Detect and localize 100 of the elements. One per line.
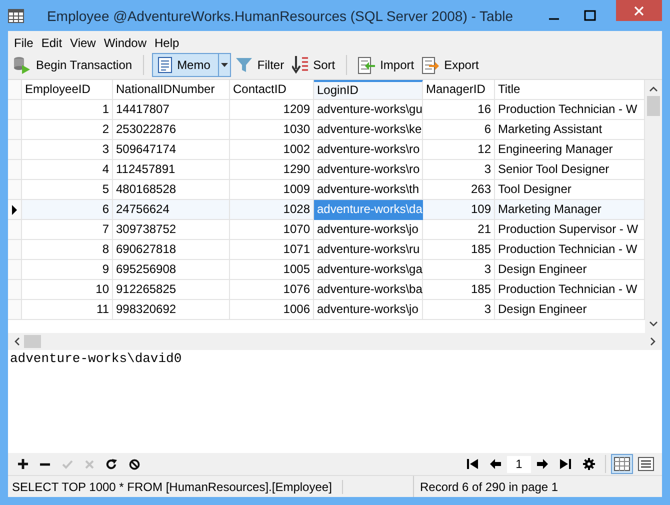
table-cell: 7 bbox=[22, 220, 113, 240]
close-button[interactable] bbox=[616, 0, 662, 21]
table-cell: 24756624 bbox=[113, 200, 230, 220]
table-cell: 109 bbox=[423, 200, 495, 220]
grid-view-button[interactable] bbox=[611, 454, 633, 474]
table-cell: adventure-works\da bbox=[314, 200, 423, 220]
export-button[interactable]: Export bbox=[419, 54, 482, 76]
memo-field[interactable]: adventure-works\david0 bbox=[8, 350, 662, 453]
table-cell: 11 bbox=[22, 300, 113, 320]
scroll-up-icon[interactable] bbox=[649, 86, 658, 92]
table-cell: 6 bbox=[22, 200, 113, 220]
page-field[interactable]: 1 bbox=[507, 456, 531, 472]
import-icon bbox=[358, 56, 376, 74]
database-play-icon bbox=[13, 56, 31, 74]
table-cell: 3 bbox=[423, 160, 495, 180]
table-cell: 253022876 bbox=[113, 120, 230, 140]
refresh-icon[interactable] bbox=[106, 458, 117, 470]
table-cell: 1002 bbox=[230, 140, 314, 160]
table-cell: 912265825 bbox=[113, 280, 230, 300]
form-view-button[interactable] bbox=[635, 454, 657, 474]
table-cell: adventure-works\ga bbox=[314, 260, 423, 280]
table-cell: adventure-works\jo bbox=[314, 220, 423, 240]
status-record: Record 6 of 290 in page 1 bbox=[419, 480, 558, 494]
table-cell: 14417807 bbox=[113, 100, 230, 120]
table-cell: 21 bbox=[423, 220, 495, 240]
table-cell: 1070 bbox=[230, 220, 314, 240]
table-icon bbox=[8, 8, 24, 22]
menu-item[interactable]: Edit bbox=[37, 36, 66, 51]
table-cell: adventure-works\ro bbox=[314, 140, 423, 160]
table-cell: 4 bbox=[22, 160, 113, 180]
settings-icon[interactable] bbox=[583, 458, 595, 470]
table-cell: 509647174 bbox=[113, 140, 230, 160]
table-cell: 1071 bbox=[230, 240, 314, 260]
scroll-down-icon[interactable] bbox=[649, 321, 658, 327]
table-cell: 3 bbox=[423, 260, 495, 280]
first-page-icon[interactable] bbox=[467, 459, 478, 469]
table-cell: 1 bbox=[22, 100, 113, 120]
table-cell: 12 bbox=[423, 140, 495, 160]
table-cell: adventure-works\ba bbox=[314, 280, 423, 300]
table-cell: 6 bbox=[423, 120, 495, 140]
table-cell: Marketing Manager bbox=[495, 200, 645, 220]
scrollbar-thumb[interactable] bbox=[647, 96, 660, 116]
table-cell: 185 bbox=[423, 240, 495, 260]
sort-button[interactable]: Sort bbox=[289, 54, 338, 76]
table-cell: 1030 bbox=[230, 120, 314, 140]
add-icon[interactable] bbox=[18, 459, 28, 469]
memo-button[interactable]: Memo bbox=[152, 53, 232, 77]
column-header[interactable]: LoginID bbox=[314, 80, 423, 100]
column-header[interactable]: NationalIDNumber bbox=[113, 80, 230, 100]
table-cell: 2 bbox=[22, 120, 113, 140]
menu-item[interactable]: View bbox=[66, 36, 100, 51]
table-cell: 1290 bbox=[230, 160, 314, 180]
table-cell: 690627818 bbox=[113, 240, 230, 260]
table-cell: 1209 bbox=[230, 100, 314, 120]
import-button[interactable]: Import bbox=[355, 54, 418, 76]
table-cell: 1076 bbox=[230, 280, 314, 300]
last-page-icon[interactable] bbox=[560, 459, 571, 469]
column-header[interactable]: ContactID bbox=[230, 80, 314, 100]
scroll-right-icon[interactable] bbox=[650, 337, 656, 346]
column-header[interactable]: ManagerID bbox=[423, 80, 495, 100]
table-cell: 3 bbox=[22, 140, 113, 160]
table-cell: adventure-works\gu bbox=[314, 100, 423, 120]
column-header[interactable]: Title bbox=[495, 80, 645, 100]
current-row-icon bbox=[12, 204, 17, 214]
filter-button[interactable]: Filter bbox=[233, 55, 288, 75]
grid-icon bbox=[614, 457, 630, 471]
table-cell: 998320692 bbox=[113, 300, 230, 320]
column-header[interactable]: EmployeeID bbox=[22, 80, 113, 100]
table-cell: 8 bbox=[22, 240, 113, 260]
scroll-left-icon[interactable] bbox=[14, 337, 20, 346]
scrollbar-thumb[interactable] bbox=[24, 335, 41, 348]
menu-item[interactable]: File bbox=[10, 36, 38, 51]
status-query: SELECT TOP 1000 * FROM [HumanResources].[Employee] bbox=[8, 480, 343, 494]
close-icon bbox=[634, 6, 644, 16]
menu-item[interactable]: Help bbox=[150, 36, 184, 51]
table-cell: adventure-works\jo bbox=[314, 300, 423, 320]
caret-icon[interactable] bbox=[221, 63, 228, 67]
table-cell: 1005 bbox=[230, 260, 314, 280]
table-cell: 3 bbox=[423, 300, 495, 320]
stop-icon[interactable] bbox=[129, 458, 140, 470]
table-cell: adventure-works\ro bbox=[314, 160, 423, 180]
table-cell: 1006 bbox=[230, 300, 314, 320]
window-title: Employee @AdventureWorks.HumanResources (SQL Server 2008) - Table bbox=[46, 8, 514, 24]
form-icon bbox=[638, 457, 654, 471]
maximize-icon[interactable] bbox=[584, 10, 596, 21]
funnel-icon bbox=[236, 57, 252, 73]
next-icon[interactable] bbox=[537, 459, 548, 469]
table-cell: 1028 bbox=[230, 200, 314, 220]
document-icon bbox=[158, 57, 172, 73]
previous-icon[interactable] bbox=[490, 459, 501, 469]
export-icon bbox=[422, 56, 440, 74]
row-header[interactable] bbox=[8, 200, 22, 220]
table-cell: 695256908 bbox=[113, 260, 230, 280]
table-cell: 16 bbox=[423, 100, 495, 120]
table-cell: 112457891 bbox=[113, 160, 230, 180]
table-cell: 10 bbox=[22, 280, 113, 300]
menu-item[interactable]: Window bbox=[100, 36, 151, 51]
minus-icon[interactable] bbox=[40, 462, 50, 466]
begin-transaction-button[interactable]: Begin Transaction bbox=[10, 54, 136, 76]
table-cell: 185 bbox=[423, 280, 495, 300]
